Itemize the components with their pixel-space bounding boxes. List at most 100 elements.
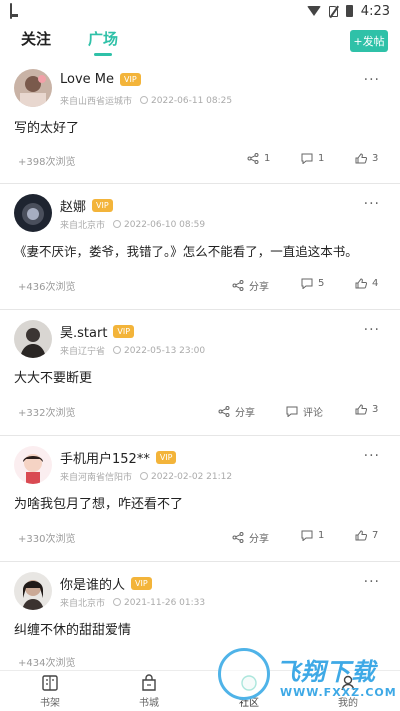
like-button[interactable]: 7 [355,530,378,541]
comment-button[interactable]: 评论 [286,404,323,419]
post-author[interactable]: 赵娜 VIP [60,196,113,215]
post-meta: 来自河南省信阳市 2022-02-02 21:12 [60,470,232,483]
post-time: 2021-11-26 01:33 [124,597,206,608]
view-count: +434次浏览 [18,658,76,669]
comment-count: 1 [318,153,325,164]
post-card[interactable]: 赵娜 VIP 来自北京市 2022-06-10 08:59 ··· 《妻不厌诈，… [0,184,400,310]
username[interactable]: 手机用户152** [60,448,150,467]
post-content[interactable]: 为啥我包月了想，咋还看不了 [14,493,183,512]
thumbs-up-icon [355,530,367,541]
username[interactable]: 你是谁的人 [60,574,125,593]
new-post-button[interactable]: +发帖 [350,30,388,52]
avatar[interactable] [14,69,52,107]
clock-icon [140,471,149,480]
bottom-navigation: 书架 书城 社区 我的 [0,670,400,711]
no-sim-icon [328,5,338,17]
vip-badge: VIP [113,325,135,338]
view-count: +332次浏览 [18,408,76,419]
vip-badge: VIP [120,73,141,86]
vip-badge: VIP [92,199,113,212]
nav-community[interactable]: 社区 [219,674,279,709]
battery-icon [345,5,353,17]
like-button[interactable]: 3 [355,153,378,164]
wifi-icon [306,6,321,16]
share-icon [232,532,244,543]
clock-icon [113,345,122,354]
avatar[interactable] [14,320,52,358]
post-time: 2022-06-10 08:59 [124,219,206,230]
username[interactable]: Love Me [60,72,114,87]
post-content[interactable]: 纠缠不休的甜甜爱情 [14,619,131,638]
clock-icon [140,95,149,104]
clock-icon [113,597,122,606]
post-feed: Love Me VIP 来自山西省运城市 2022-06-11 08:25 ··… [0,60,400,672]
top-header: 关注 广场 +发帖 [0,22,400,60]
nav-bookshelf[interactable]: 书架 [20,674,80,709]
post-content[interactable]: 大大不要断更 [14,367,92,386]
post-author[interactable]: Love Me VIP [60,72,141,87]
share-button[interactable]: 分享 [232,530,269,545]
share-button[interactable]: 分享 [232,278,269,293]
share-button[interactable]: 1 [247,153,270,164]
post-author[interactable]: 手机用户152** VIP [60,448,177,467]
comment-count: 5 [318,278,325,289]
share-button[interactable]: 分享 [218,404,255,419]
comment-button[interactable]: 5 [301,278,324,289]
nav-label: 书城 [139,698,159,709]
post-card[interactable]: 昊.start VIP 来自辽宁省 2022-05-13 23:00 ··· 大… [0,310,400,436]
more-options-button[interactable]: ··· [364,196,380,212]
bookshelf-icon [41,674,59,692]
like-button[interactable]: 3 [355,404,378,415]
post-meta: 来自山西省运城市 2022-06-11 08:25 [60,94,232,107]
post-card[interactable]: Love Me VIP 来自山西省运城市 2022-06-11 08:25 ··… [0,60,400,184]
post-author[interactable]: 昊.start VIP [60,322,135,341]
like-count: 3 [372,404,379,415]
post-content[interactable]: 写的太好了 [14,117,79,136]
post-meta: 来自北京市 2021-11-26 01:33 [60,596,205,609]
avatar[interactable] [14,446,52,484]
nav-label: 社区 [239,698,259,709]
avatar[interactable] [14,194,52,232]
post-content[interactable]: 《妻不厌诈，娄爷，我错了。》怎么不能看了，一直追这本书。 [14,241,358,260]
share-icon [218,406,230,417]
nav-profile[interactable]: 我的 [318,674,378,709]
share-icon [247,153,259,164]
comment-button[interactable]: 1 [301,153,324,164]
post-location: 来自北京市 [60,599,106,609]
post-card[interactable]: 手机用户152** VIP 来自河南省信阳市 2022-02-02 21:12 … [0,436,400,562]
post-time: 2022-05-13 23:00 [124,345,206,356]
username[interactable]: 赵娜 [60,196,86,215]
username[interactable]: 昊.start [60,322,107,341]
thumbs-up-icon [355,153,367,164]
view-count: +436次浏览 [18,282,76,293]
post-card[interactable]: 你是谁的人 VIP 来自北京市 2021-11-26 01:33 ··· 纠缠不… [0,562,400,672]
post-meta: 来自辽宁省 2022-05-13 23:00 [60,344,205,357]
post-author[interactable]: 你是谁的人 VIP [60,574,152,593]
post-location: 来自河南省信阳市 [60,473,133,483]
store-icon [140,674,158,692]
share-label: 分享 [235,408,255,419]
comment-icon [301,278,313,289]
clock-icon [113,219,122,228]
more-options-button[interactable]: ··· [364,322,380,338]
vip-badge: VIP [131,577,152,590]
more-options-button[interactable]: ··· [364,72,380,88]
image-notification-icon [10,3,12,19]
like-button[interactable]: 4 [355,278,378,289]
view-count: +330次浏览 [18,534,76,545]
post-time: 2022-06-11 08:25 [151,95,233,106]
more-options-button[interactable]: ··· [364,448,380,464]
more-options-button[interactable]: ··· [364,574,380,590]
avatar[interactable] [14,572,52,610]
view-count: +398次浏览 [18,157,76,168]
community-icon [240,674,258,692]
comment-count: 1 [318,530,325,541]
comment-icon [301,530,313,541]
tab-square[interactable]: 广场 [88,28,118,49]
thumbs-up-icon [355,278,367,289]
like-count: 3 [372,153,379,164]
tab-follow[interactable]: 关注 [21,28,51,49]
comment-button[interactable]: 1 [301,530,324,541]
nav-store[interactable]: 书城 [119,674,179,709]
status-bar: 4:23 [0,0,400,22]
